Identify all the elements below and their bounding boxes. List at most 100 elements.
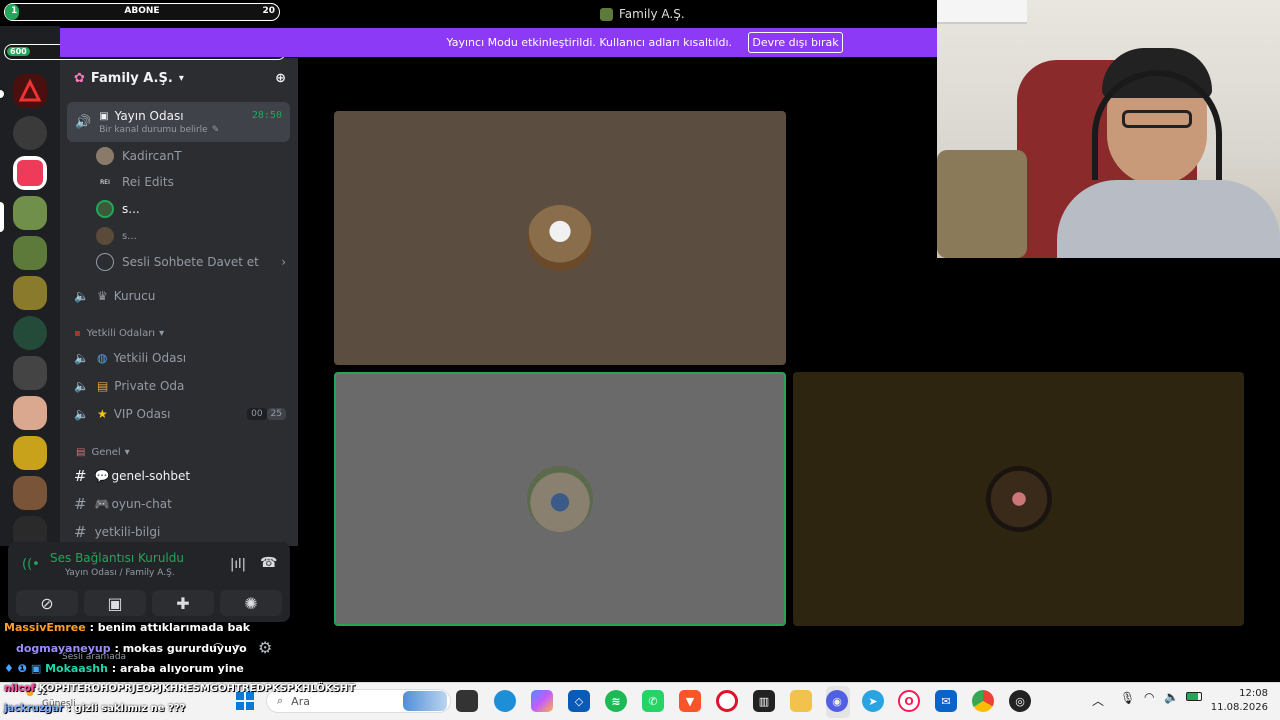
- activities-icon: ✚: [176, 593, 190, 613]
- window-title: Family A.Ş.: [600, 5, 685, 23]
- battery-icon[interactable]: [1186, 692, 1202, 701]
- disconnect-icon[interactable]: ☎: [260, 555, 277, 571]
- channel-name: VIP Odası: [113, 407, 171, 421]
- category-name: Genel: [91, 446, 121, 458]
- game-app-icon[interactable]: ▥: [753, 690, 775, 712]
- globe-icon: ◍: [96, 351, 108, 365]
- volume-icon[interactable]: 🔈: [1164, 690, 1179, 704]
- telegram-icon[interactable]: ➤: [862, 690, 884, 712]
- user-limit: 25: [266, 408, 286, 420]
- settings-gear-icon[interactable]: ⚙: [258, 638, 272, 657]
- server-icon[interactable]: [13, 396, 47, 430]
- voice-member[interactable]: s...: [96, 226, 137, 246]
- pencil-icon[interactable]: ✎: [212, 125, 220, 135]
- microphone-icon[interactable]: 🎙: [1120, 691, 1135, 705]
- avatar: REI: [96, 173, 114, 191]
- invite-icon: [96, 253, 114, 271]
- server-icon[interactable]: [13, 236, 47, 270]
- server-icon[interactable]: [13, 276, 47, 310]
- server-icon[interactable]: [13, 196, 47, 230]
- category-name: Yetkili Odaları: [86, 327, 156, 339]
- window-title-text: Family A.Ş.: [619, 7, 685, 21]
- start-button[interactable]: [236, 692, 254, 710]
- copilot-icon[interactable]: [531, 690, 553, 712]
- speech-bubble-icon: 💬: [94, 469, 110, 483]
- speaker-icon: 🔊: [75, 114, 92, 130]
- disable-streamer-mode-button[interactable]: Devre dışı bırak: [748, 32, 843, 53]
- screen-share-button[interactable]: ▣: [84, 590, 146, 616]
- opera-gx-icon[interactable]: O: [898, 690, 920, 712]
- chrome-icon[interactable]: [972, 690, 994, 712]
- channel-name: Kurucu: [113, 289, 156, 303]
- edge-icon[interactable]: [494, 690, 516, 712]
- category-genel[interactable]: ▤ Genel ▾: [76, 444, 130, 460]
- server-header[interactable]: ✿ Family A.Ş. ▾ ⊕: [60, 58, 298, 98]
- channel-name: Yetkili Odası: [113, 351, 187, 365]
- outlook-icon[interactable]: ✉: [935, 690, 957, 712]
- voice-channel-kurucu[interactable]: 🔈 ♛ Kurucu: [74, 286, 155, 306]
- obs-icon[interactable]: ◎: [1009, 690, 1031, 712]
- opera-icon[interactable]: [716, 690, 738, 712]
- server-icon[interactable]: [13, 116, 47, 150]
- server-icon[interactable]: [13, 356, 47, 390]
- invite-to-voice[interactable]: Sesli Sohbete Davet et ›: [96, 252, 286, 272]
- activities-button[interactable]: ✚: [152, 590, 214, 616]
- voice-channel-private-oda[interactable]: 🔈 ▤ Private Oda: [74, 376, 184, 396]
- person-body: [1057, 180, 1280, 258]
- server-icon[interactable]: [13, 316, 47, 350]
- unread-indicator: [0, 90, 4, 98]
- soundboard-wave-icon[interactable]: |ıl|: [230, 557, 246, 572]
- code-editor-icon[interactable]: ◇: [568, 690, 590, 712]
- camera-off-button[interactable]: ⊘: [16, 590, 78, 616]
- signal-icon: ((•: [22, 557, 40, 572]
- text-channel-yetkili-bilgi[interactable]: # yetkili-bilgi: [74, 522, 160, 542]
- add-member-icon[interactable]: ⊕: [275, 71, 286, 86]
- voice-channel-yayin-odasi[interactable]: 🔊 ▣ Yayın Odası Bir kanal durumu belirle…: [67, 102, 290, 142]
- voice-location[interactable]: Yayın Odası / Family A.Ş.: [65, 568, 175, 578]
- search-icon: ⌕: [277, 694, 284, 707]
- voice-member[interactable]: s...: [96, 199, 140, 219]
- server-icon[interactable]: [13, 476, 47, 510]
- chat-username: jackruzgar: [4, 703, 64, 714]
- video-tile[interactable]: [793, 372, 1244, 626]
- screen: ✿ Family A.Ş. ▾ ⊕ 🔊 ▣ Yayın Odası Bir ka…: [0, 0, 1280, 720]
- speaker-icon: 🔈: [74, 289, 89, 303]
- channel-status[interactable]: Bir kanal durumu belirle: [99, 125, 208, 135]
- chevron-up-icon[interactable]: ︿: [1092, 692, 1104, 709]
- voice-channel-vip-odasi[interactable]: 🔈 ★ VIP Odası 00 25: [74, 404, 286, 424]
- voice-member[interactable]: KadircanT: [96, 146, 182, 166]
- task-view-icon[interactable]: [456, 690, 478, 712]
- category-yetkili-odalari[interactable]: ▪ Yetkili Odaları ▾: [74, 325, 164, 341]
- server-emoji-icon: ✿: [74, 70, 85, 86]
- text-channel-genel-sohbet[interactable]: # 💬 genel-sohbet: [74, 466, 190, 486]
- voice-channel-yetkili-odasi[interactable]: 🔈 ◍ Yetkili Odası: [74, 348, 186, 368]
- abone-label: ABONE: [124, 6, 160, 16]
- wifi-icon[interactable]: ◠: [1144, 690, 1154, 704]
- server-icon[interactable]: [13, 156, 47, 190]
- channel-name: genel-sohbet: [111, 469, 191, 483]
- server-icon[interactable]: [13, 436, 47, 470]
- hash-icon: #: [74, 523, 87, 541]
- chat-message: ♦ ❶ ▣ Mokaashh : araba alıyorum yine: [4, 662, 244, 675]
- voice-member[interactable]: REI Rei Edits: [96, 172, 174, 192]
- selected-indicator: [0, 202, 4, 232]
- chat-text: : benim attıklarımada bak: [89, 621, 251, 634]
- star-icon: ★: [96, 407, 108, 421]
- soundboard-button[interactable]: ✺: [220, 590, 282, 616]
- voice-status[interactable]: Ses Bağlantısı Kuruldu: [50, 551, 184, 565]
- video-tile[interactable]: [334, 111, 786, 365]
- server-avatar-icon: [600, 7, 613, 21]
- file-explorer-icon[interactable]: [790, 690, 812, 712]
- member-name: s...: [122, 230, 137, 242]
- video-tile-speaking[interactable]: [334, 372, 786, 626]
- system-clock[interactable]: 12:08 11.08.2026: [1211, 687, 1268, 715]
- whatsapp-icon[interactable]: ✆: [642, 690, 664, 712]
- spotify-icon[interactable]: ≋: [605, 690, 627, 712]
- speaker-icon: 🔈: [74, 351, 89, 365]
- category-emoji-icon: ▪: [74, 327, 81, 339]
- text-channel-oyun-chat[interactable]: # 🎮 oyun-chat: [74, 494, 172, 514]
- server-icon[interactable]: [13, 74, 47, 108]
- chat-text: : gizli saklımız ne ???: [66, 703, 186, 714]
- brave-icon[interactable]: ▼: [679, 690, 701, 712]
- chevron-down-icon: ▾: [159, 327, 165, 339]
